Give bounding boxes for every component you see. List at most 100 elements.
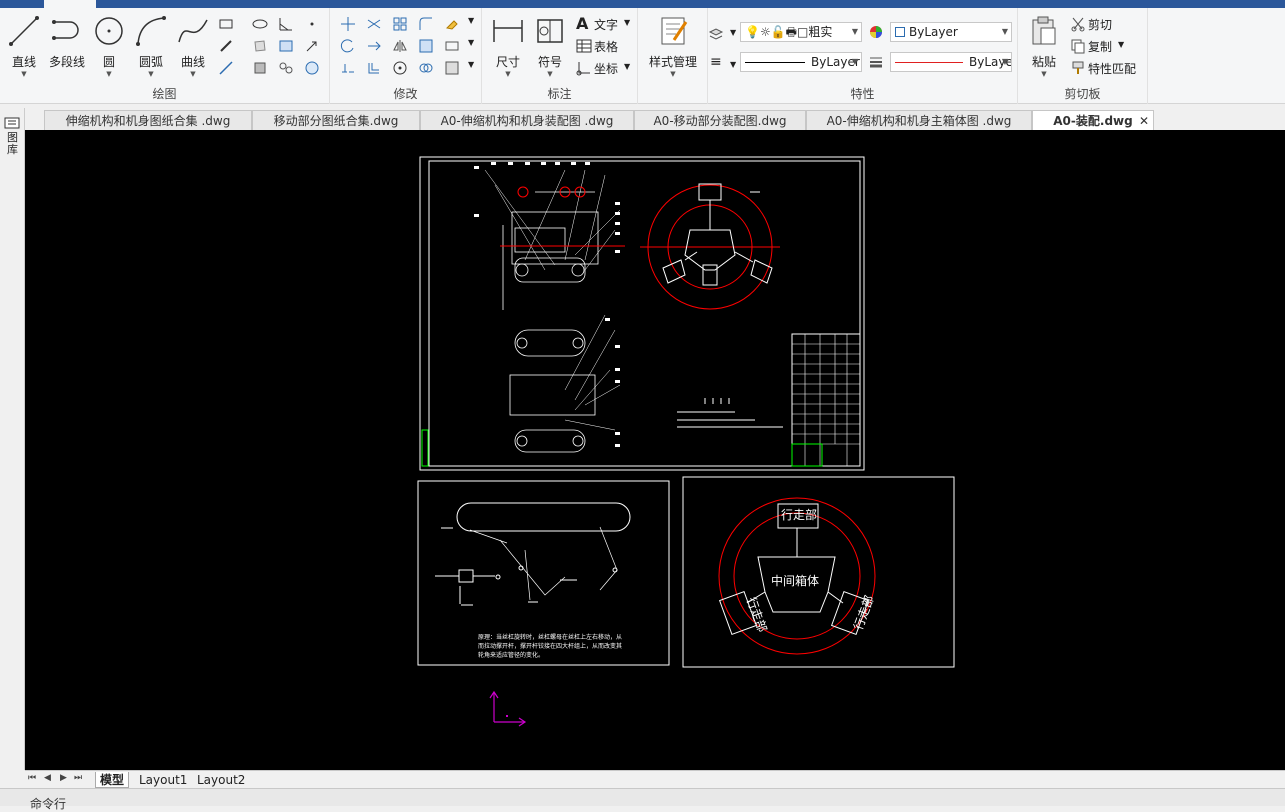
tab-document-4[interactable]: A0-移动部分装配图.dwg: [634, 110, 806, 130]
symbol-tool[interactable]: 符号 ▼: [532, 14, 568, 78]
chevron-down-icon[interactable]: ▼: [176, 70, 210, 78]
command-line[interactable]: 命令行: [0, 788, 1285, 811]
properties-panel-label: 特性: [850, 87, 875, 101]
coordinate-tool[interactable]: 坐标: [594, 60, 618, 77]
break-icon[interactable]: [340, 60, 356, 76]
copy-tool[interactable]: 复制: [1088, 38, 1112, 55]
close-icon[interactable]: ✕: [1139, 111, 1149, 131]
match-properties-tool[interactable]: 特性匹配: [1088, 60, 1136, 77]
match-properties-icon[interactable]: [1070, 60, 1086, 76]
lineweight-icon[interactable]: [868, 54, 884, 70]
tab-model[interactable]: 模型: [95, 772, 130, 788]
explode-icon[interactable]: [444, 60, 460, 76]
linetype-combo[interactable]: ByLayer ▼: [740, 52, 862, 72]
next-layout-icon[interactable]: ▶: [60, 773, 67, 783]
chevron-down-icon[interactable]: ▼: [468, 60, 474, 69]
prev-layout-icon[interactable]: ◀: [44, 773, 51, 783]
tab-document-2[interactable]: 移动部分图纸合集.dwg: [252, 110, 420, 130]
cloud-icon[interactable]: [278, 60, 294, 76]
color-wheel-icon[interactable]: [868, 24, 884, 40]
chevron-down-icon[interactable]: ▼: [624, 62, 630, 71]
tab-document-5[interactable]: A0-伸缩机构和机身主箱体图 .dwg: [806, 110, 1032, 130]
note-line-3: 轮角来适应管径的变化。: [478, 651, 544, 659]
chevron-down-icon[interactable]: ▼: [134, 70, 168, 78]
mirror-icon[interactable]: [392, 38, 408, 54]
copy-icon[interactable]: [1070, 38, 1086, 54]
angle-icon[interactable]: [278, 16, 294, 32]
last-layout-icon[interactable]: ⏭: [74, 773, 82, 783]
chevron-down-icon[interactable]: ▼: [6, 70, 42, 78]
spline-tool[interactable]: 曲线 ▼: [176, 14, 210, 78]
paste-tool[interactable]: 粘贴 ▼: [1026, 14, 1062, 78]
library-icon[interactable]: [4, 116, 20, 130]
coordinate-icon[interactable]: [576, 60, 592, 76]
chevron-down-icon[interactable]: ▼: [730, 60, 736, 69]
layer-state-icons: 💡☼🔓🖶□: [745, 25, 809, 39]
pen-icon[interactable]: [218, 38, 234, 54]
stretch-icon[interactable]: [444, 38, 460, 54]
polyline-tool[interactable]: 多段线: [46, 14, 88, 70]
chevron-down-icon[interactable]: ▼: [624, 18, 630, 27]
paste-icon: [1032, 16, 1056, 45]
style-manage-icon: [661, 17, 688, 45]
tab-document-6[interactable]: A0-装配.dwg ✕: [1032, 110, 1154, 130]
title-bar: [0, 0, 1285, 8]
chevron-down-icon[interactable]: ▼: [92, 70, 126, 78]
style-manage-tool[interactable]: 样式管理 ▼: [642, 14, 704, 78]
fillet-icon[interactable]: [418, 16, 434, 32]
line-tool[interactable]: 直线 ▼: [6, 14, 42, 78]
dimension-tool[interactable]: 尺寸 ▼: [490, 14, 526, 78]
arc-tool[interactable]: 圆弧 ▼: [134, 14, 168, 78]
tab-document-1[interactable]: 伸缩机构和机身图纸合集 .dwg: [44, 110, 252, 130]
erase-icon[interactable]: [444, 16, 460, 32]
chevron-down-icon[interactable]: ▼: [730, 28, 736, 37]
model-space-canvas[interactable]: 行走部 中间箱体 行走部 行走部 原理：当丝杠旋转时，丝杠螺母在丝杠上左右移动，…: [25, 130, 1285, 770]
point-icon[interactable]: [304, 16, 320, 32]
lineweight-combo[interactable]: ByLaye ▼: [890, 52, 1012, 72]
boundary-icon[interactable]: [252, 60, 268, 76]
table-tool[interactable]: 表格: [594, 38, 618, 55]
globe-icon[interactable]: [304, 60, 320, 76]
cut-tool[interactable]: 剪切: [1088, 16, 1112, 33]
rotate-circle-icon[interactable]: [392, 60, 408, 76]
chevron-down-icon[interactable]: ▼: [490, 70, 526, 78]
layer-combo[interactable]: 💡☼🔓🖶□粗实 ▼: [740, 22, 862, 42]
extend-icon[interactable]: [366, 38, 382, 54]
chevron-down-icon[interactable]: ▼: [1026, 70, 1062, 78]
first-layout-icon[interactable]: ⏮: [28, 773, 36, 783]
tab-document-3[interactable]: A0-伸缩机构和机身装配图 .dwg: [420, 110, 634, 130]
tab-label: A0-伸缩机构和机身装配图 .dwg: [440, 114, 614, 128]
rotate-icon[interactable]: [340, 38, 356, 54]
circle-tool[interactable]: 圆 ▼: [92, 14, 126, 78]
text-icon[interactable]: A: [576, 14, 588, 33]
move-icon[interactable]: [340, 16, 356, 32]
cut-icon[interactable]: [1070, 16, 1086, 32]
ellipse-icon[interactable]: [252, 16, 268, 32]
text-tool[interactable]: 文字: [594, 16, 618, 33]
array-icon[interactable]: [392, 16, 408, 32]
rectangle-icon[interactable]: [218, 16, 234, 32]
construction-line-icon[interactable]: [218, 60, 234, 76]
color-combo[interactable]: ByLayer ▼: [890, 22, 1012, 42]
tab-layout1[interactable]: Layout1: [135, 772, 191, 788]
table-icon[interactable]: [576, 38, 592, 54]
chevron-down-icon[interactable]: ▼: [468, 16, 474, 25]
region-icon[interactable]: [252, 38, 268, 54]
chevron-down-icon[interactable]: ▼: [532, 70, 568, 78]
library-label[interactable]: 图库: [7, 132, 19, 156]
layer-manager-icon[interactable]: [708, 26, 724, 42]
offset-icon[interactable]: [366, 60, 382, 76]
arrow-icon[interactable]: [304, 38, 320, 54]
trim-icon[interactable]: [366, 16, 382, 32]
tab-layout2[interactable]: Layout2: [193, 772, 249, 788]
clipboard-panel: 粘贴 ▼ 剪切 复制 ▼ 特性匹配 剪切板: [1018, 8, 1148, 104]
chevron-down-icon[interactable]: ▼: [1118, 40, 1124, 49]
chevron-down-icon[interactable]: ▼: [642, 70, 704, 78]
left-tool-strip: 图库: [0, 108, 25, 770]
linetype-menu-icon[interactable]: ≡: [710, 54, 722, 70]
chevron-down-icon[interactable]: ▼: [468, 38, 474, 47]
join-icon[interactable]: [418, 60, 434, 76]
scale-icon[interactable]: [418, 38, 434, 54]
ribbon-home-tab[interactable]: [44, 0, 96, 8]
hatch-icon[interactable]: [278, 38, 294, 54]
